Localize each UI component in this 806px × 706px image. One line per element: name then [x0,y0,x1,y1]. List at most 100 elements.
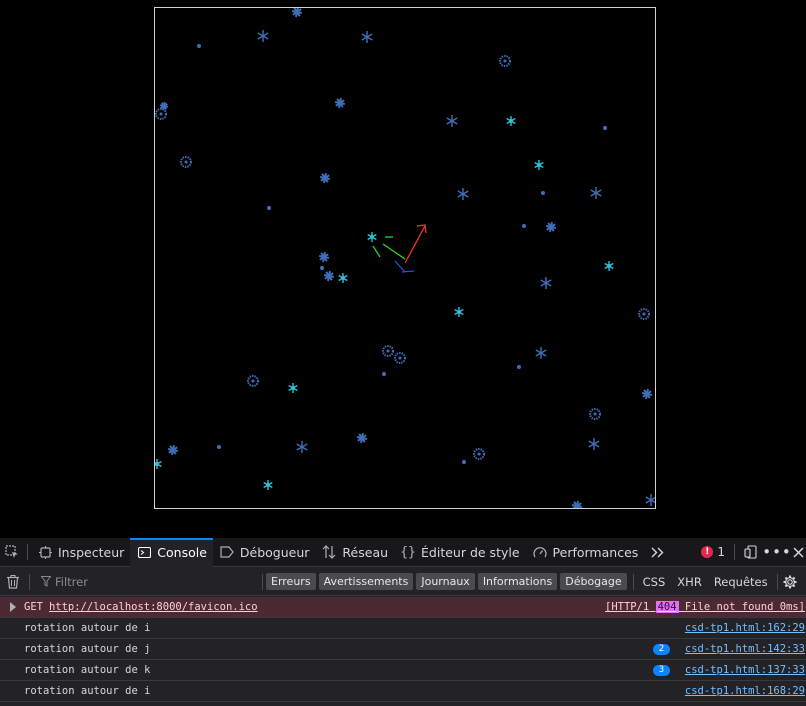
console-settings-button[interactable] [781,568,799,596]
snowflake [167,444,179,456]
snowflake [267,206,271,210]
responsive-mode-icon [744,545,757,559]
filter-logs-toggle[interactable]: Journaux [416,573,475,590]
tab-network-label: Réseau [342,544,389,560]
snowflake [288,383,298,393]
snowflake [499,55,511,67]
more-tools-button[interactable] [644,538,670,567]
options-menu-button[interactable]: ••• [762,538,791,567]
filter-input[interactable] [55,574,245,589]
snowflake [541,191,545,195]
snowflake [457,188,469,200]
snowflake [323,270,335,282]
filter-separator [262,573,263,590]
filter-separator [632,573,634,590]
x-axis-arrow [404,225,426,264]
filter-errors-toggle[interactable]: Erreurs [266,573,316,590]
console-log-message[interactable]: rotation autour de i csd-tp1.html:168:29 [0,681,806,702]
repeat-count-badge: 3 [653,664,670,676]
http-version: [HTTP/1 [605,601,650,613]
snowflake [462,460,466,464]
filter-warnings-toggle[interactable]: Avertissements [318,573,414,590]
snowflake [590,187,602,199]
trash-icon [7,574,19,589]
responsive-design-button[interactable] [738,538,764,567]
filter-css-toggle[interactable]: CSS [643,575,666,589]
filter-debug-toggle[interactable]: Débogage [560,573,627,590]
source-link[interactable]: csd-tp1.html:142:33 [685,643,805,655]
source-link[interactable]: csd-tp1.html:168:29 [685,685,805,697]
snowflake [517,365,521,369]
tab-debugger-label: Débogueur [239,544,310,560]
expand-arrow-icon[interactable] [10,602,16,612]
braces-icon: {} [400,544,416,560]
picker-icon [5,545,18,558]
webgl-canvas[interactable] [154,7,656,509]
repeat-count-badge: 2 [653,643,670,655]
tab-style-editor-label: Éditeur de style [421,544,520,560]
clear-console-button[interactable] [0,568,26,596]
source-link[interactable]: csd-tp1.html:137:33 [685,664,805,676]
snowflake [318,251,330,263]
filter-separator [29,573,30,590]
snowflake [540,277,552,289]
console-log-message[interactable]: rotation autour de i csd-tp1.html:162:29 [0,618,806,639]
tab-style-editor[interactable]: {} Éditeur de style [394,538,526,567]
element-picker-button[interactable] [0,538,24,567]
snowflake [641,388,653,400]
log-text: rotation autour de i [24,685,151,697]
snowflake [180,156,192,168]
close-devtools-button[interactable] [790,538,806,567]
snowflake [588,438,600,450]
snowflake [603,126,607,130]
tab-performance-label: Performances [552,544,639,560]
error-count: 1 [717,545,725,559]
snowflake [159,101,169,111]
snowflake [257,30,269,42]
snowflake [454,307,464,317]
filter-requests-toggle[interactable]: Requêtes [714,575,768,589]
inspector-icon [37,544,53,560]
http-status[interactable]: [HTTP/1 404 File not found 0ms] [605,601,805,613]
snowflake [535,347,547,359]
snowflake [604,261,614,271]
console-log-message[interactable]: rotation autour de j 2 csd-tp1.html:142:… [0,639,806,660]
filter-info-toggle[interactable]: Informations [477,573,558,590]
network-icon [321,544,337,560]
snowflake [197,44,201,48]
error-icon: ! [701,546,714,558]
snowflake [545,221,557,233]
filter-xhr-toggle[interactable]: XHR [677,575,702,589]
snowflake [334,97,346,109]
source-link[interactable]: csd-tp1.html:162:29 [685,622,805,634]
status-text: File not found 0ms] [684,601,805,613]
error-count-button[interactable]: ! 1 [695,545,731,559]
tab-inspector-label: Inspecteur [58,544,125,560]
log-text: rotation autour de i [24,622,151,634]
tab-performance[interactable]: Performances [526,538,645,567]
console-output: GET http://localhost:8000/favicon.ico [HT… [0,597,806,706]
snowflake [155,108,167,120]
debugger-icon [219,544,235,560]
request-url-link[interactable]: http://localhost:8000/favicon.ico [49,601,258,613]
error-text: GET http://localhost:8000/favicon.ico [24,601,258,613]
tab-console[interactable]: Console [130,537,213,567]
snowflake [296,441,308,453]
tab-console-label: Console [157,544,207,560]
snowflake [473,448,485,460]
console-error-message[interactable]: GET http://localhost:8000/favicon.ico [HT… [0,597,806,618]
request-method: GET [24,601,43,613]
devtools-toolbar: Inspecteur Console Débogueur Réseau {} É… [0,537,806,567]
close-icon [792,546,804,558]
chevron-double-right-icon [651,547,664,557]
gear-icon [783,575,797,588]
snowflake [638,308,650,320]
tab-debugger[interactable]: Débogueur [213,538,316,567]
snowflake [645,494,655,506]
tab-network[interactable]: Réseau [315,538,394,567]
tab-inspector[interactable]: Inspecteur [31,538,130,567]
snowflake [155,459,162,469]
console-log-message[interactable]: rotation autour de k 3 csd-tp1.html:137:… [0,660,806,681]
funnel-icon [41,576,51,587]
filter-field [33,568,259,596]
